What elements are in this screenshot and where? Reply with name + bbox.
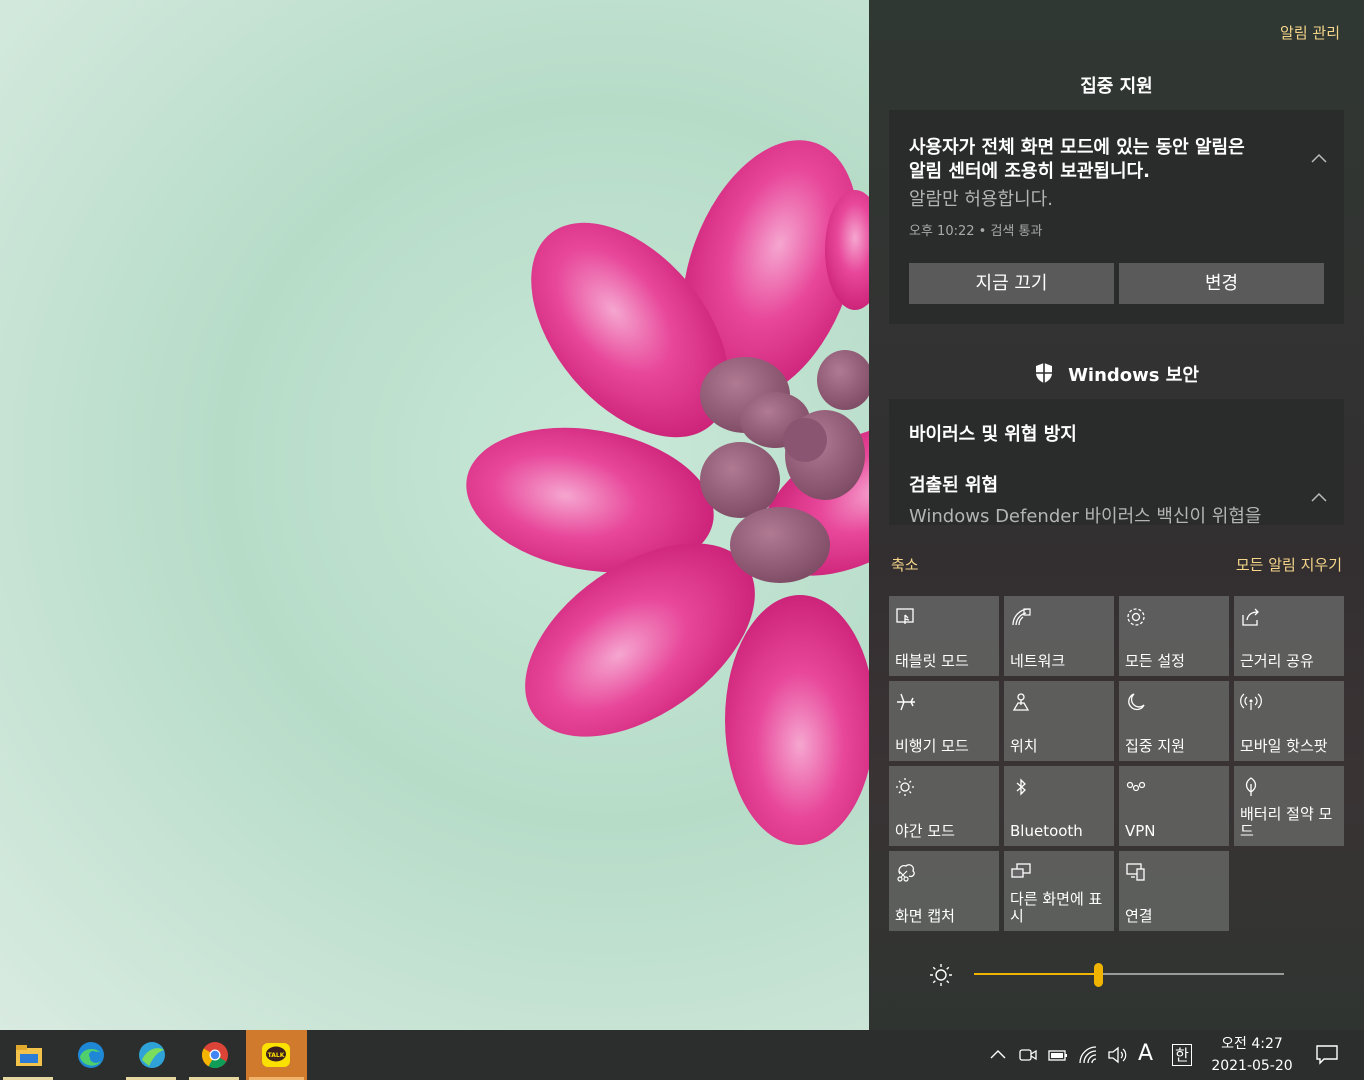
- project-icon: [1011, 863, 1031, 878]
- network-icon: [1012, 608, 1031, 626]
- tile-battery-saver[interactable]: 배터리 절약 모드: [1234, 766, 1344, 846]
- chrome-icon: [201, 1042, 228, 1069]
- moon-icon: [1128, 693, 1145, 711]
- clock-time: 오전 4:27: [1221, 1036, 1283, 1052]
- tile-bluetooth[interactable]: Bluetooth: [1004, 766, 1114, 846]
- ime-mode-indicator[interactable]: A: [1138, 1041, 1153, 1066]
- brightness-control: [869, 955, 1364, 995]
- clear-all-notifications-link[interactable]: 모든 알림 지우기: [1236, 554, 1342, 575]
- airplane-icon: [897, 693, 915, 711]
- tile-nearby-sharing[interactable]: 근거리 공유: [1234, 596, 1344, 676]
- tile-screen-snip[interactable]: 화면 캡처: [889, 851, 999, 931]
- tile-focus-assist[interactable]: 집중 지원: [1119, 681, 1229, 761]
- tile-label: 야간 모드: [895, 822, 955, 840]
- bluetooth-icon: [1016, 778, 1026, 796]
- tile-label: 태블릿 모드: [895, 652, 969, 670]
- notification-bubble-icon: [1316, 1045, 1338, 1065]
- taskbar-chrome[interactable]: [186, 1030, 242, 1080]
- connect-icon: [1126, 863, 1145, 881]
- tile-label: 다른 화면에 표시: [1010, 890, 1103, 925]
- tile-label: 근거리 공유: [1240, 652, 1314, 670]
- tile-label: 위치: [1010, 737, 1038, 755]
- manage-notifications-link[interactable]: 알림 관리: [1280, 22, 1340, 43]
- focus-assist-section-title: 집중 지원: [1080, 76, 1153, 97]
- windows-security-section-title: Windows 보안: [869, 361, 1364, 387]
- tablet-mode-icon: [896, 608, 914, 624]
- tile-mobile-hotspot[interactable]: 모바일 핫스팟: [1234, 681, 1344, 761]
- tile-label: 배터리 절약 모드: [1240, 805, 1333, 840]
- collapse-chevron-up-icon[interactable]: [1310, 150, 1328, 168]
- wifi-icon[interactable]: [1077, 1044, 1099, 1066]
- taskbar-kakaotalk[interactable]: TALK: [246, 1030, 307, 1080]
- show-hidden-icons-chevron-icon[interactable]: [987, 1044, 1009, 1066]
- night-light-icon: [896, 778, 914, 796]
- tile-airplane-mode[interactable]: 비행기 모드: [889, 681, 999, 761]
- taskbar: TALK A 한 오전 4:27 2021-05-20: [0, 1030, 1364, 1080]
- tile-project[interactable]: 다른 화면에 표시: [1004, 851, 1114, 931]
- brightness-slider[interactable]: [974, 963, 1284, 987]
- svg-text:TALK: TALK: [268, 1052, 285, 1059]
- volume-icon[interactable]: [1106, 1044, 1128, 1066]
- taskbar-file-explorer[interactable]: [0, 1030, 56, 1080]
- tile-vpn[interactable]: VPN: [1119, 766, 1229, 846]
- action-center-button[interactable]: [1302, 1030, 1352, 1080]
- file-explorer-icon: [16, 1045, 42, 1066]
- brightness-sun-icon: [930, 964, 952, 986]
- edge-icon: [78, 1042, 104, 1068]
- tile-label: 모바일 핫스팟: [1240, 737, 1328, 755]
- battery-saver-icon: [1245, 777, 1257, 796]
- clock-date: 2021-05-20: [1211, 1058, 1293, 1074]
- screen-snip-icon: [897, 864, 915, 882]
- security-notification[interactable]: 바이러스 및 위협 방지 검출된 위협 Windows Defender 바이러…: [889, 399, 1344, 525]
- tile-tablet-mode[interactable]: 태블릿 모드: [889, 596, 999, 676]
- change-button[interactable]: 변경: [1119, 263, 1324, 304]
- notification-meta: 오후 10:22 • 검색 통과: [909, 224, 1043, 239]
- brightness-slider-thumb[interactable]: [1094, 963, 1103, 987]
- vpn-icon: [1126, 781, 1146, 792]
- ime-language-indicator[interactable]: 한: [1172, 1044, 1192, 1066]
- tile-location[interactable]: 위치: [1004, 681, 1114, 761]
- tile-label: 네트워크: [1010, 652, 1066, 670]
- notification-subtitle: 알람만 허용합니다.: [909, 189, 1053, 210]
- hotspot-icon: [1240, 693, 1262, 710]
- whale-browser-icon: [139, 1042, 165, 1068]
- battery-icon[interactable]: [1047, 1044, 1069, 1066]
- brightness-slider-fill: [974, 973, 1098, 975]
- security-notification-title: 바이러스 및 위협 방지: [909, 424, 1077, 445]
- tile-network[interactable]: 네트워크: [1004, 596, 1114, 676]
- focus-assist-notification[interactable]: 사용자가 전체 화면 모드에 있는 동안 알림은 알림 센터에 조용히 보관됩니…: [889, 110, 1344, 324]
- tile-label: Bluetooth: [1010, 822, 1083, 840]
- security-notification-heading: 검출된 위협: [909, 475, 999, 496]
- location-icon: [1012, 693, 1030, 711]
- action-center-panel: 알림 관리 집중 지원 사용자가 전체 화면 모드에 있는 동안 알림은 알림 …: [869, 0, 1364, 1030]
- tile-label: 화면 캡처: [895, 907, 955, 925]
- taskbar-edge[interactable]: [62, 1030, 118, 1080]
- taskbar-clock[interactable]: 오전 4:27 2021-05-20: [1206, 1033, 1298, 1077]
- tile-label: 모든 설정: [1125, 652, 1185, 670]
- tile-night-light[interactable]: 야간 모드: [889, 766, 999, 846]
- windows-security-label: Windows 보안: [1068, 365, 1199, 386]
- notification-text-line2: 알림 센터에 조용히 보관됩니다.: [909, 161, 1150, 182]
- tile-connect[interactable]: 연결: [1119, 851, 1229, 931]
- flower-wallpaper-image: [466, 140, 869, 845]
- meet-now-icon[interactable]: [1017, 1044, 1039, 1066]
- notification-text-line1: 사용자가 전체 화면 모드에 있는 동안 알림은: [909, 137, 1245, 158]
- taskbar-whale-browser[interactable]: [123, 1030, 179, 1080]
- kakaotalk-icon: TALK: [262, 1043, 290, 1067]
- turn-off-now-button[interactable]: 지금 끄기: [909, 263, 1114, 304]
- shield-icon: [1036, 363, 1053, 383]
- nearby-share-icon: [1242, 608, 1259, 626]
- expand-chevron-up-icon[interactable]: [1310, 489, 1328, 507]
- tile-label: 비행기 모드: [895, 737, 969, 755]
- settings-gear-icon: [1127, 608, 1145, 626]
- tile-all-settings[interactable]: 모든 설정: [1119, 596, 1229, 676]
- collapse-link[interactable]: 축소: [891, 554, 919, 575]
- desktop-wallpaper: [0, 0, 869, 1030]
- security-notification-body: Windows Defender 바이러스 백신이 위협을: [909, 506, 1262, 525]
- tile-label: 집중 지원: [1125, 737, 1185, 755]
- tile-label: VPN: [1125, 822, 1156, 840]
- tile-label: 연결: [1125, 907, 1153, 925]
